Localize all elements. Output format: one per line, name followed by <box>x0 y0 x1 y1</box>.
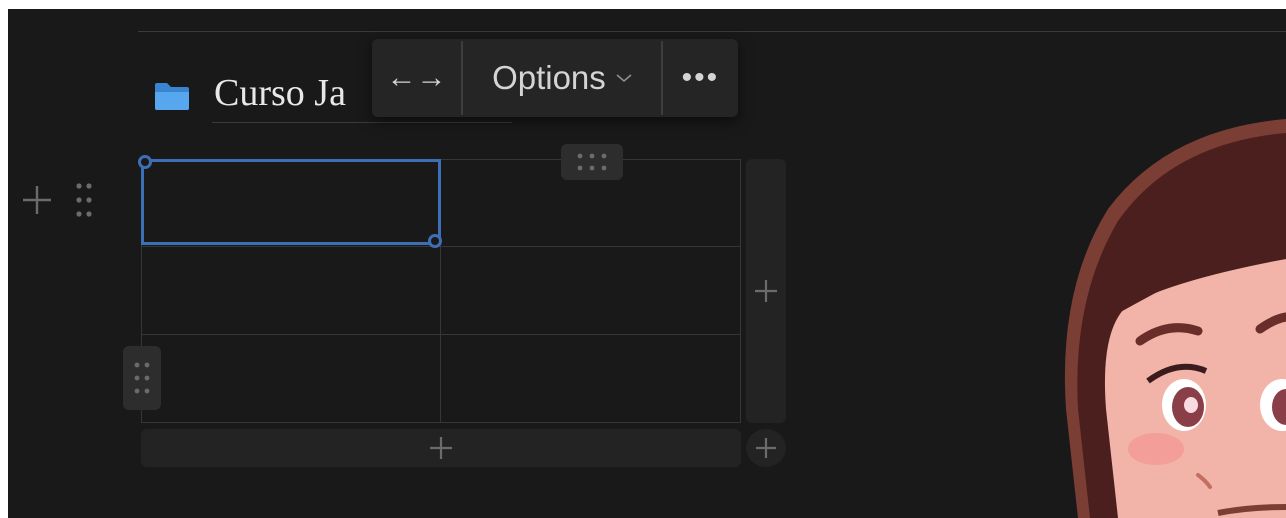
add-row-and-column-button[interactable] <box>746 429 786 467</box>
page-title[interactable]: Curso Ja <box>214 71 346 115</box>
plus-icon <box>756 438 776 458</box>
cell-selection <box>141 159 441 245</box>
drag-handle-icon <box>134 362 150 394</box>
more-options-button[interactable]: ••• <box>663 39 738 117</box>
plus-icon <box>755 280 777 302</box>
row-drag-handle[interactable] <box>123 346 161 410</box>
options-button[interactable]: Options <box>463 39 661 117</box>
table-cell[interactable] <box>141 247 441 335</box>
folder-icon <box>155 83 189 110</box>
drag-handle-icon[interactable] <box>74 181 94 219</box>
title-underline <box>212 122 512 123</box>
table-cell[interactable] <box>441 335 741 423</box>
width-toggle-button[interactable]: ←→ <box>372 39 461 117</box>
block-gutter <box>20 181 94 219</box>
divider <box>138 31 1286 32</box>
add-row-button[interactable] <box>141 429 741 467</box>
column-drag-handle[interactable] <box>561 144 623 180</box>
selection-handle[interactable] <box>138 155 152 169</box>
table-cell[interactable] <box>441 247 741 335</box>
more-icon: ••• <box>681 61 720 94</box>
plus-icon <box>430 437 452 459</box>
character-face <box>1064 119 1286 518</box>
arrows-horizontal-icon: ←→ <box>386 61 447 94</box>
options-label: Options <box>492 59 606 96</box>
notion-workspace: Curso Ja ←→ Options ••• <box>8 9 1286 518</box>
chevron-down-icon <box>616 73 632 83</box>
block-toolbar: ←→ Options ••• <box>372 39 738 117</box>
avatar-illustration <box>1048 109 1286 518</box>
drag-handle-icon <box>577 153 607 171</box>
add-column-button[interactable] <box>746 159 786 423</box>
plus-icon[interactable] <box>20 183 54 217</box>
table-cell[interactable] <box>141 335 441 423</box>
selection-handle[interactable] <box>428 234 442 248</box>
